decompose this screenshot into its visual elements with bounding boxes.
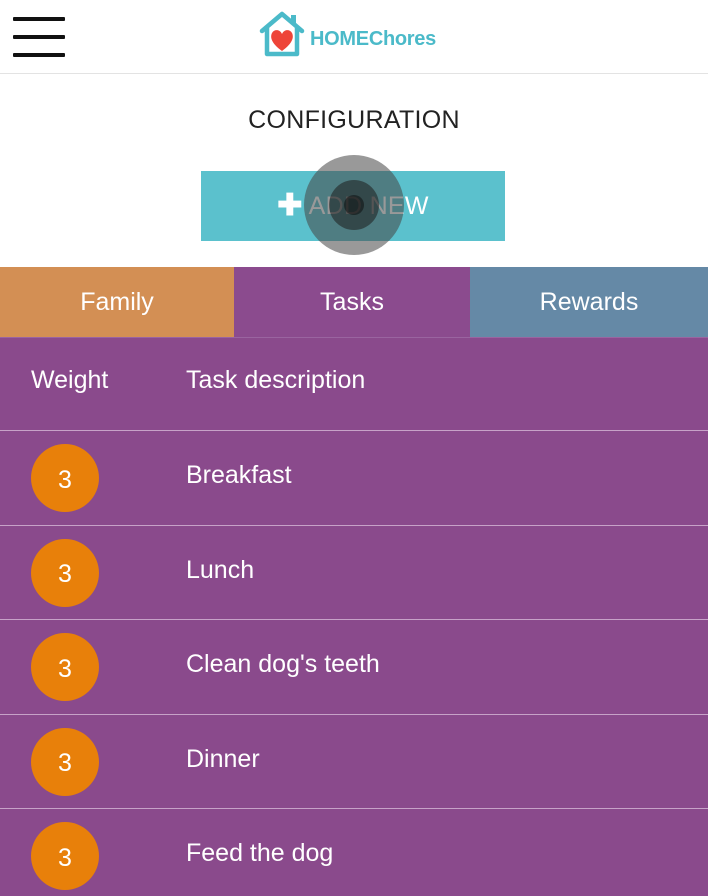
task-description: Feed the dog bbox=[186, 839, 334, 867]
task-description: Clean dog's teeth bbox=[186, 650, 380, 678]
weight-badge: 3 bbox=[31, 727, 99, 796]
app-header: HOMEChores bbox=[0, 0, 708, 74]
tab-family[interactable]: Family bbox=[0, 267, 234, 337]
table-row[interactable]: 3 Dinner bbox=[0, 715, 708, 809]
plus-icon: ✚ bbox=[277, 189, 303, 222]
task-description: Lunch bbox=[186, 555, 255, 584]
task-description: Dinner bbox=[186, 744, 260, 773]
column-header-description: Task description bbox=[186, 366, 366, 394]
logo-text-home: HOME bbox=[310, 27, 369, 50]
table-row[interactable]: 3 Feed the dog bbox=[0, 809, 708, 896]
tab-tasks[interactable]: Tasks bbox=[234, 267, 470, 337]
page-title: CONFIGURATION bbox=[248, 106, 460, 134]
logo-text-chores: Chores bbox=[368, 27, 436, 50]
task-description: Breakfast bbox=[186, 461, 292, 489]
weight-badge: 3 bbox=[31, 822, 99, 890]
menu-line bbox=[13, 35, 65, 39]
add-new-button[interactable]: ✚ ADD NEW bbox=[201, 171, 505, 241]
logo-text: HOMEChores bbox=[310, 28, 436, 51]
weight-badge: 3 bbox=[31, 538, 99, 607]
hamburger-menu-button[interactable] bbox=[13, 17, 65, 59]
table-row[interactable]: 3 Breakfast bbox=[0, 431, 708, 526]
app-logo[interactable]: HOMEChores bbox=[258, 9, 436, 59]
house-heart-icon bbox=[259, 11, 305, 57]
table-row[interactable]: 3 Lunch bbox=[0, 526, 708, 620]
tab-rewards[interactable]: Rewards bbox=[470, 267, 708, 337]
tab-bar: Family Tasks Rewards bbox=[0, 267, 708, 337]
table-row[interactable]: 3 Clean dog's teeth bbox=[0, 620, 708, 715]
menu-line bbox=[13, 17, 65, 21]
weight-badge: 3 bbox=[31, 444, 99, 512]
add-new-label: ADD NEW bbox=[308, 191, 429, 220]
weight-badge: 3 bbox=[31, 633, 99, 701]
task-table: Weight Task description 3 Breakfast 3 Lu… bbox=[0, 337, 708, 896]
column-header-weight: Weight bbox=[31, 366, 109, 394]
menu-line bbox=[13, 53, 65, 57]
table-header: Weight Task description bbox=[0, 337, 708, 431]
